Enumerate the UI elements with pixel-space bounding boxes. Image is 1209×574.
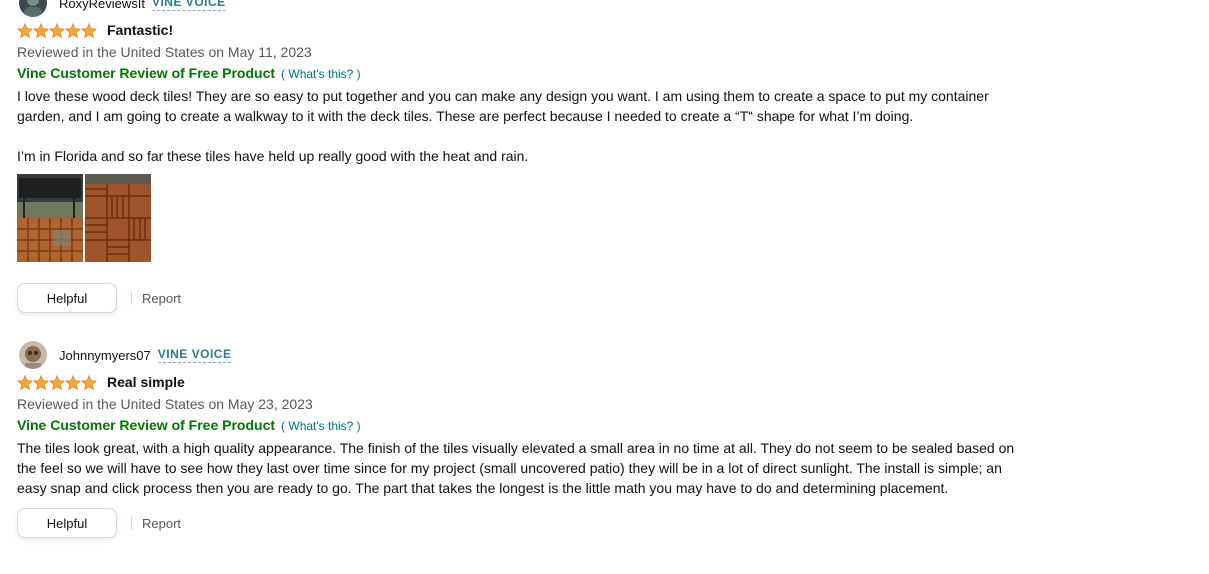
star-icon	[33, 374, 49, 390]
avatar[interactable]	[19, 341, 47, 369]
star-icon	[65, 374, 81, 390]
divider	[131, 291, 132, 305]
review-2: Johnnymyers07 VINE VOICE Real simple Rev…	[17, 340, 1017, 538]
star-rating[interactable]	[17, 374, 97, 390]
review-body: I love these wood deck tiles! They are s…	[17, 86, 1017, 166]
reviewer-profile[interactable]: Johnnymyers07 VINE VOICE	[17, 340, 1017, 370]
review-actions: Helpful Report	[17, 283, 1017, 313]
review-image-thumbnail[interactable]	[17, 174, 83, 262]
divider	[131, 516, 132, 530]
reviewer-name[interactable]: RoxyReviewsIt	[59, 0, 145, 11]
vine-voice-badge[interactable]: VINE VOICE	[157, 347, 232, 363]
review-body: The tiles look great, with a high qualit…	[17, 438, 1017, 498]
whats-this-link[interactable]: ( What's this? )	[281, 419, 361, 433]
star-icon	[49, 22, 65, 38]
review-title[interactable]: Fantastic!	[107, 22, 173, 38]
review-paragraph: The tiles look great, with a high qualit…	[17, 440, 1015, 496]
vine-product-label: Vine Customer Review of Free Product	[17, 417, 276, 433]
helpful-button[interactable]: Helpful	[17, 283, 117, 313]
star-icon	[17, 374, 33, 390]
star-icon	[33, 22, 49, 38]
star-icon	[49, 374, 65, 390]
vine-voice-badge[interactable]: VINE VOICE	[151, 0, 226, 11]
whats-this-link[interactable]: ( What's this? )	[281, 67, 361, 81]
reviewer-profile[interactable]: RoxyReviewsIt VINE VOICE	[17, 0, 1017, 18]
star-icon	[65, 22, 81, 38]
review-actions: Helpful Report	[17, 508, 1017, 538]
review-date: Reviewed in the United States on May 23,…	[17, 396, 313, 412]
helpful-button[interactable]: Helpful	[17, 508, 117, 538]
vine-product-label: Vine Customer Review of Free Product	[17, 65, 276, 81]
report-link[interactable]: Report	[142, 516, 181, 531]
star-icon	[81, 22, 97, 38]
reviewer-name[interactable]: Johnnymyers07	[59, 348, 151, 363]
report-link[interactable]: Report	[142, 291, 181, 306]
star-icon	[81, 374, 97, 390]
review-paragraph: I love these wood deck tiles! They are s…	[17, 88, 989, 124]
review-1: RoxyReviewsIt VINE VOICE Fantastic! Revi…	[17, 0, 1017, 313]
avatar[interactable]	[19, 0, 47, 17]
review-date: Reviewed in the United States on May 11,…	[17, 44, 312, 60]
review-images	[17, 174, 1017, 262]
star-rating[interactable]	[17, 22, 97, 38]
review-image-thumbnail[interactable]	[85, 174, 151, 262]
star-icon	[17, 22, 33, 38]
review-title[interactable]: Real simple	[107, 374, 185, 390]
review-paragraph: I’m in Florida and so far these tiles ha…	[17, 148, 529, 164]
